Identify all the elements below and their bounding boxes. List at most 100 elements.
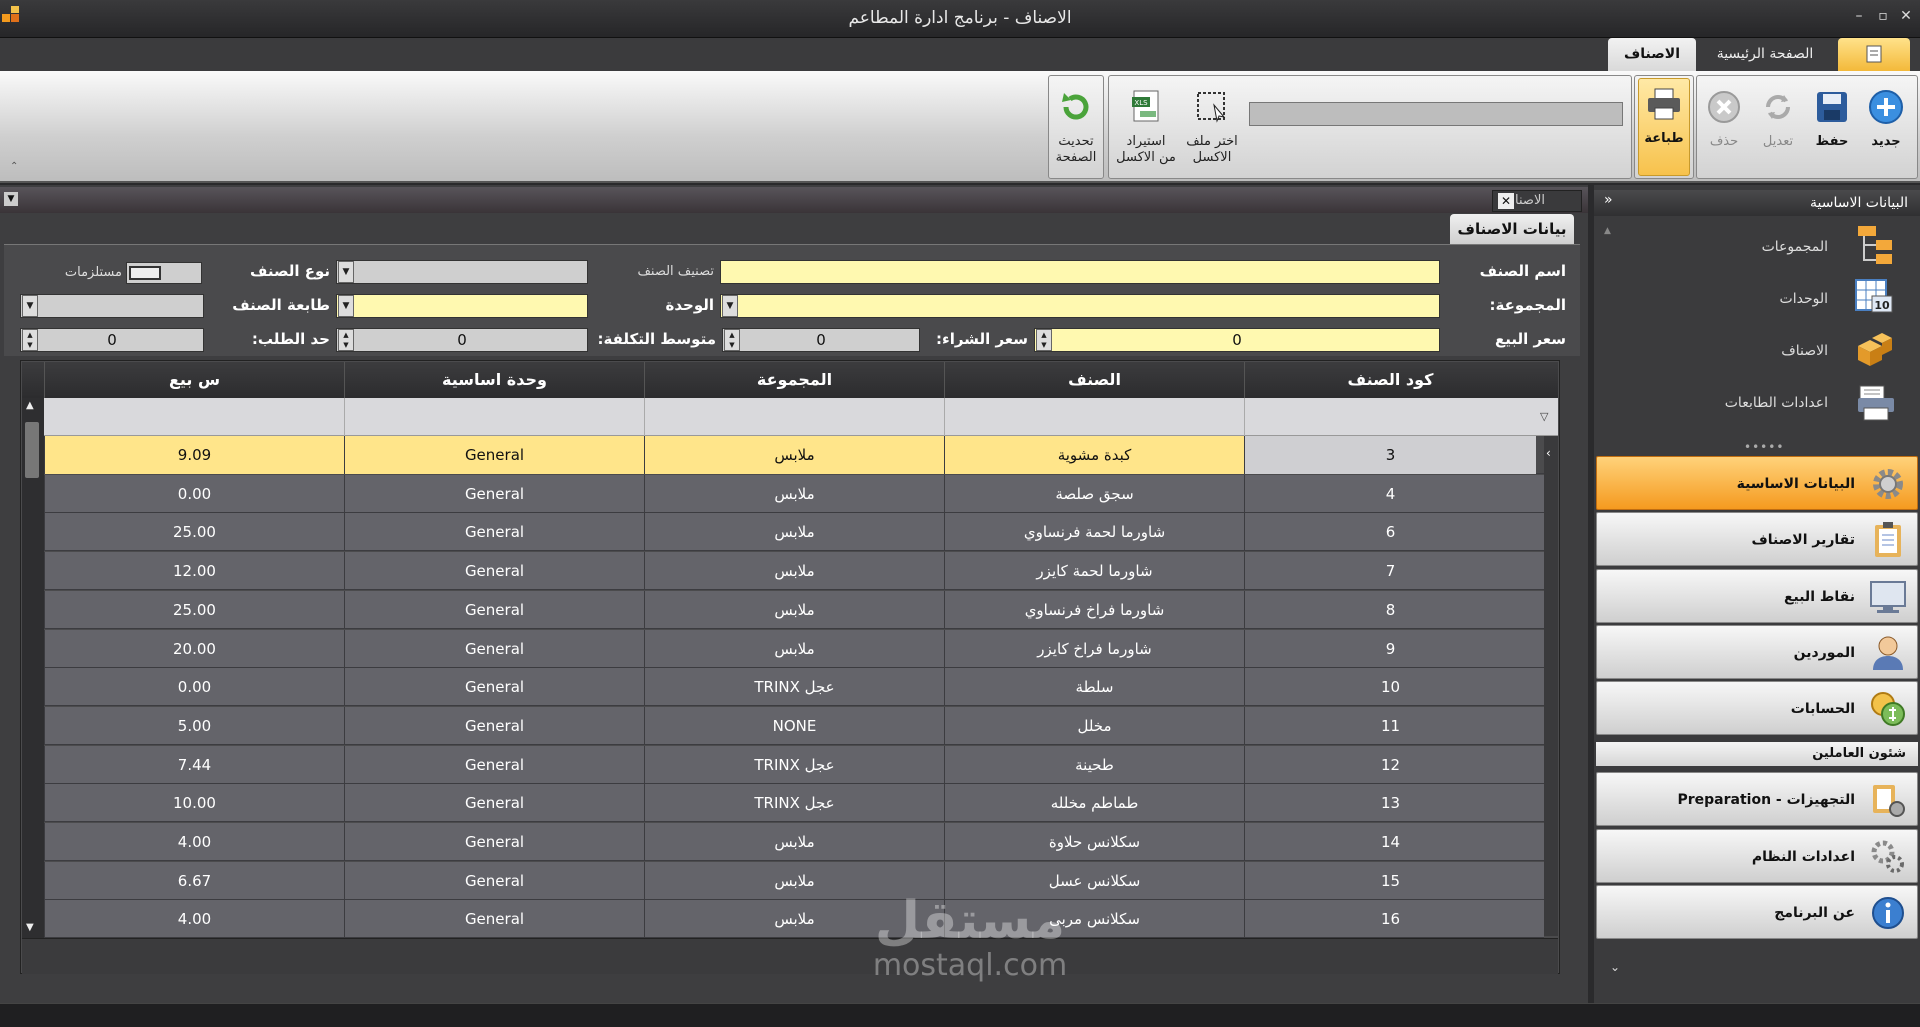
cell-item[interactable]: شاورما فراخ فرنساوي <box>944 590 1244 629</box>
cell-group[interactable]: عجل TRINX <box>644 745 944 784</box>
cell-unit[interactable]: General <box>344 552 644 591</box>
column-header-item[interactable]: الصنف <box>944 362 1244 398</box>
group-select[interactable] <box>720 294 1440 318</box>
table-row[interactable]: 10 سلطة عجل TRINX General 0.00 <box>44 668 1544 707</box>
filter-cell[interactable] <box>944 398 1244 436</box>
table-row[interactable]: 6 شاورما لحمة فرنساوي ملابس General 25.00 <box>44 513 1544 552</box>
printer-dropdown-icon[interactable]: ▼ <box>22 295 38 317</box>
purchase-price-spinner[interactable]: ▲ ▼ <box>724 329 740 351</box>
cell-item[interactable]: طحينة <box>944 745 1244 784</box>
cell-item[interactable]: شاورما لحمة كايزر <box>944 552 1244 591</box>
cell-code[interactable]: 12 <box>1244 745 1536 784</box>
cell-code[interactable]: 13 <box>1244 784 1536 823</box>
refresh-page-button[interactable]: تحديث الصفحة <box>1051 82 1101 174</box>
column-header-code[interactable]: كود الصنف <box>1244 362 1536 398</box>
table-row[interactable]: 4 سجق صلصة ملابس General 0.00 <box>44 474 1544 513</box>
cell-sale-price[interactable]: 6.67 <box>44 861 344 900</box>
nav-point-of-sale[interactable]: نقاط البيع <box>1596 569 1918 623</box>
nav-system-settings[interactable]: اعدادات النظام <box>1596 829 1918 883</box>
cell-unit[interactable]: General <box>344 706 644 745</box>
purchase-price-input[interactable]: 0 <box>722 328 920 352</box>
avg-cost-spinner[interactable]: ▲ ▼ <box>338 329 354 351</box>
nav-about[interactable]: عن البرنامج <box>1596 885 1918 939</box>
nav-item-reports[interactable]: تقارير الاصناف <box>1596 512 1918 566</box>
cell-unit[interactable]: General <box>344 823 644 861</box>
cell-group[interactable]: عجل TRINX <box>644 668 944 707</box>
tab-home[interactable]: الصفحة الرئيسية <box>1700 38 1830 71</box>
cell-group[interactable]: ملابس <box>644 474 944 513</box>
cell-unit[interactable]: General <box>344 668 644 707</box>
tab-items[interactable]: الاصناف <box>1608 38 1696 71</box>
collapse-nav-icon[interactable]: » <box>1604 192 1613 208</box>
cell-item[interactable]: كبدة مشوية <box>944 436 1244 474</box>
cell-sale-price[interactable]: 0.00 <box>44 668 344 707</box>
cell-sale-price[interactable]: 7.44 <box>44 745 344 784</box>
cell-group[interactable]: ملابس <box>644 436 944 474</box>
table-row[interactable]: 14 سكلانس حلاوة ملابس General 4.00 <box>44 823 1544 861</box>
doc-menu-icon[interactable]: ▼ <box>4 192 18 206</box>
cell-code[interactable]: 16 <box>1244 900 1536 939</box>
cell-sale-price[interactable]: 12.00 <box>44 552 344 591</box>
scroll-thumb[interactable] <box>25 422 39 478</box>
cell-sale-price[interactable]: 20.00 <box>44 629 344 668</box>
cell-unit[interactable]: General <box>344 590 644 629</box>
cell-item[interactable]: شاورما لحمة فرنساوي <box>944 513 1244 552</box>
table-row[interactable]: 12 طحينة عجل TRINX General 7.44 <box>44 745 1544 784</box>
nav-subitem-groups[interactable]: المجموعات <box>1594 222 1904 272</box>
cell-sale-price[interactable]: 25.00 <box>44 513 344 552</box>
filter-cell[interactable] <box>644 398 944 436</box>
cell-item[interactable]: مخلل <box>944 706 1244 745</box>
cell-code[interactable]: 10 <box>1244 668 1536 707</box>
delete-button[interactable]: حذف <box>1699 82 1749 174</box>
cell-code[interactable]: 14 <box>1244 823 1536 861</box>
scroll-up-icon[interactable]: ▲ <box>26 400 34 411</box>
nav-basic-data[interactable]: البيانات الاساسية <box>1596 456 1918 510</box>
filter-cell[interactable] <box>344 398 644 436</box>
cell-unit[interactable]: General <box>344 745 644 784</box>
reorder-spinner[interactable]: ▲ ▼ <box>22 329 38 351</box>
avg-cost-input[interactable]: 0 <box>336 328 588 352</box>
cell-sale-price[interactable]: 0.00 <box>44 474 344 513</box>
table-row[interactable]: 9 شاورما فراخ كايزر ملابس General 20.00 <box>44 629 1544 668</box>
cell-group[interactable]: ملابس <box>644 590 944 629</box>
new-button[interactable]: جديد <box>1861 82 1911 174</box>
cell-group[interactable]: ملابس <box>644 823 944 861</box>
cell-group[interactable]: NONE <box>644 706 944 745</box>
printer-select[interactable] <box>20 294 204 318</box>
cell-unit[interactable]: General <box>344 513 644 552</box>
nav-subitem-printer-settings[interactable]: اعدادات الطابعات <box>1594 378 1904 428</box>
column-header-sale-price[interactable]: س بيع <box>44 362 344 398</box>
cell-code[interactable]: 3 <box>1244 436 1536 474</box>
cell-group[interactable]: ملابس <box>644 629 944 668</box>
filter-cell[interactable] <box>1244 398 1536 436</box>
maximize-icon[interactable]: ▫ <box>1872 8 1894 24</box>
table-row[interactable]: 15 سكلانس عسل ملابس General 6.67 <box>44 861 1544 900</box>
nav-accounts[interactable]: الحسابات <box>1596 681 1918 735</box>
classification-input[interactable] <box>336 260 588 284</box>
classification-dropdown-icon[interactable]: ▼ <box>338 261 354 283</box>
cell-sale-price[interactable]: 4.00 <box>44 823 344 861</box>
nav-subitem-items[interactable]: الاصناف <box>1594 326 1904 376</box>
cell-item[interactable]: سكلانس حلاوة <box>944 823 1244 861</box>
table-row[interactable]: 16 سكلانس مربى ملابس General 4.00 <box>44 900 1544 939</box>
close-tab-icon[interactable]: ✕ <box>1498 193 1514 209</box>
save-button[interactable]: حفظ <box>1807 82 1857 174</box>
cell-item[interactable]: شاورما فراخ كايزر <box>944 629 1244 668</box>
grid-vertical-scrollbar[interactable]: ▲ ▼ <box>22 398 44 938</box>
cell-unit[interactable]: General <box>344 861 644 900</box>
cell-sale-price[interactable]: 10.00 <box>44 784 344 823</box>
cell-unit[interactable]: General <box>344 784 644 823</box>
cell-code[interactable]: 8 <box>1244 590 1536 629</box>
cell-sale-price[interactable]: 9.09 <box>44 436 344 474</box>
unit-select[interactable] <box>336 294 588 318</box>
cell-code[interactable]: 11 <box>1244 706 1536 745</box>
table-row[interactable]: 3 كبدة مشوية ملابس General 9.09 <box>44 436 1544 474</box>
nav-preparation[interactable]: التجهيزات - Preparation <box>1596 772 1918 826</box>
cell-code[interactable]: 4 <box>1244 474 1536 513</box>
column-header-unit[interactable]: وحدة اساسية <box>344 362 644 398</box>
cell-unit[interactable]: General <box>344 629 644 668</box>
cell-code[interactable]: 15 <box>1244 861 1536 900</box>
group-dropdown-icon[interactable]: ▼ <box>722 295 738 317</box>
cell-group[interactable]: ملابس <box>644 552 944 591</box>
sale-price-spinner[interactable]: ▲ ▼ <box>1036 329 1052 351</box>
